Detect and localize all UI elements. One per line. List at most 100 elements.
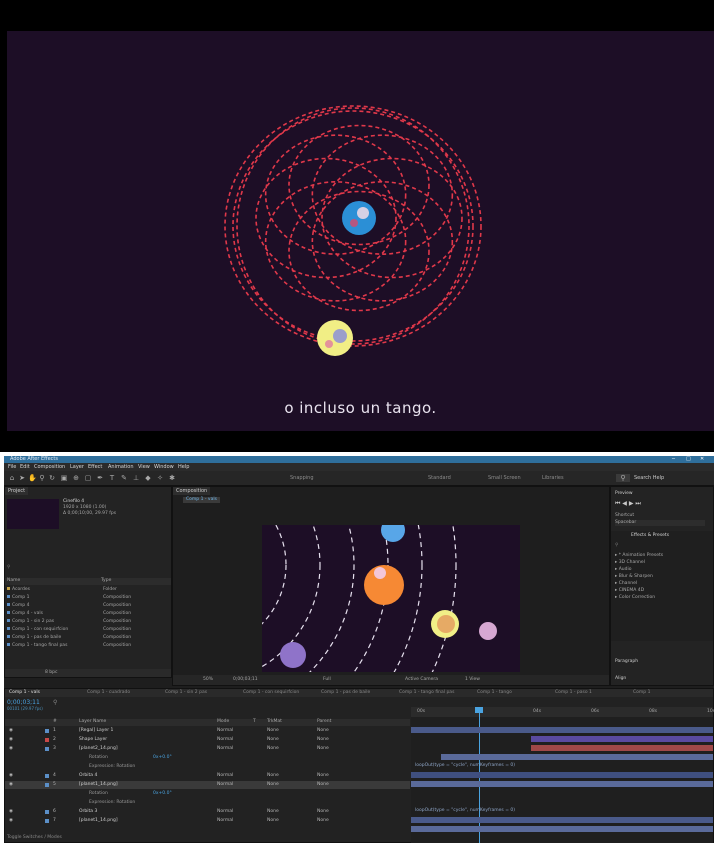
effect-category[interactable]: ▸ Channel xyxy=(615,581,637,587)
layer-row[interactable]: ◉ 6 Orbita 3 Normal None None xyxy=(5,808,410,816)
effect-category[interactable]: ▸ CINEMA 4D xyxy=(615,588,644,594)
composition-viewer[interactable] xyxy=(262,525,520,672)
zoom-level[interactable]: 50% xyxy=(203,677,213,683)
col-layer-name[interactable]: Layer Name xyxy=(79,719,106,725)
shape-tool-icon[interactable]: ▢ xyxy=(84,474,92,482)
layer-duration-bar[interactable] xyxy=(411,781,713,787)
visibility-eye-icon[interactable]: ◉ xyxy=(9,727,13,735)
roto-tool-icon[interactable]: ✧ xyxy=(156,474,164,482)
layer-duration-bar[interactable] xyxy=(531,736,713,742)
timeline-search-icon[interactable]: ⚲ xyxy=(53,700,57,706)
layer-row[interactable]: ◉ 2 Shape Layer Normal None None xyxy=(5,736,410,744)
menu-file[interactable]: File xyxy=(8,463,16,471)
label-color-swatch[interactable] xyxy=(45,774,49,778)
layer-row[interactable]: ◉ 7 [planet1_14.png] Normal None None xyxy=(5,817,410,825)
timeline-tab[interactable]: Comp 1 - con sequirfcion xyxy=(243,690,299,696)
effect-category[interactable]: ▸ Color Correction xyxy=(615,595,655,601)
project-item[interactable]: Comp 1 - con sequirfcion Composition xyxy=(7,627,167,633)
puppet-tool-icon[interactable]: ✱ xyxy=(168,474,176,482)
layer-duration-bar[interactable] xyxy=(411,826,713,832)
effects-presets-tab[interactable]: Effects & Presets xyxy=(631,533,669,539)
playback-controls-icon[interactable]: ⏮ ◀ ▶ ⏭ xyxy=(615,501,641,507)
paragraph-panel[interactable]: Paragraph xyxy=(615,659,638,665)
project-item[interactable]: Comp 1 - tango final pas Composition xyxy=(7,643,167,649)
effect-category[interactable]: ▸ Audio xyxy=(615,567,631,573)
menu-animation[interactable]: Animation xyxy=(108,463,134,471)
workspace-libraries[interactable]: Libraries xyxy=(542,475,564,481)
layer-row[interactable]: ◉ 3 [planet2_14.png] Normal None None xyxy=(5,745,410,753)
layer-row[interactable]: ◉ 1 [Regal] Layer 1 Normal None None xyxy=(5,727,410,735)
project-item[interactable]: Acordes Folder xyxy=(7,587,167,593)
minimize-icon[interactable]: ─ xyxy=(672,456,675,463)
home-icon[interactable]: ⌂ xyxy=(8,474,16,482)
expression-text[interactable]: loopOut(type = "cycle", numKeyframes = 0… xyxy=(415,808,515,814)
hand-tool-icon[interactable]: ✋ xyxy=(28,474,37,482)
layer-row[interactable]: ◉ 5 [planet1_14.png] Normal None None xyxy=(5,781,410,789)
label-color-swatch[interactable] xyxy=(45,819,49,823)
rotate-tool-icon[interactable]: ↻ xyxy=(48,474,56,482)
column-name[interactable]: Name xyxy=(7,578,20,584)
label-color-swatch[interactable] xyxy=(45,738,49,742)
project-item[interactable]: Comp 1 - pas de baile Composition xyxy=(7,635,167,641)
visibility-eye-icon[interactable]: ◉ xyxy=(9,808,13,816)
project-search-icon[interactable]: ⚲ xyxy=(7,565,10,571)
search-help-field[interactable]: Search Help xyxy=(634,475,664,481)
visibility-eye-icon[interactable]: ◉ xyxy=(9,745,13,753)
type-tool-icon[interactable]: T xyxy=(108,474,116,482)
label-color-swatch[interactable] xyxy=(45,747,49,751)
label-color-swatch[interactable] xyxy=(45,783,49,787)
toggle-switches-modes[interactable]: Toggle Switches / Modes xyxy=(7,835,62,841)
expression-text[interactable]: loopOut(type = "cycle", numKeyframes = 0… xyxy=(415,763,515,769)
layer-row[interactable]: Rotation 0x+0.0° xyxy=(5,790,410,798)
layer-row[interactable]: Expression: Rotation xyxy=(5,763,410,771)
eraser-tool-icon[interactable]: ◆ xyxy=(144,474,152,482)
align-panel[interactable]: Align xyxy=(615,676,626,682)
brush-tool-icon[interactable]: ✎ xyxy=(120,474,128,482)
visibility-eye-icon[interactable]: ◉ xyxy=(9,781,13,789)
project-item[interactable]: Comp 1 - sin 2 pas Composition xyxy=(7,619,167,625)
resolution[interactable]: Full xyxy=(323,677,331,683)
layer-duration-bar[interactable] xyxy=(531,745,713,751)
menu-edit[interactable]: Edit xyxy=(20,463,30,471)
timeline-tab[interactable]: Comp 1 - cuadrado xyxy=(87,690,130,696)
timeline-tab[interactable]: Comp 1 - paso 1 xyxy=(555,690,592,696)
search-icon[interactable]: ⚲ xyxy=(616,474,630,482)
views[interactable]: 1 View xyxy=(465,677,480,683)
stamp-tool-icon[interactable]: ⊥ xyxy=(132,474,140,482)
effect-category[interactable]: ▸ Blur & Sharpen xyxy=(615,574,653,580)
preview-panel-title[interactable]: Preview xyxy=(615,491,633,497)
layer-duration-bar[interactable] xyxy=(411,727,713,733)
shortcut-select[interactable]: Spacebar xyxy=(615,520,705,526)
zoom-tool-icon[interactable]: ⚲ xyxy=(38,474,46,482)
menu-view[interactable]: View xyxy=(138,463,150,471)
snapping-label[interactable]: Snapping xyxy=(290,475,314,481)
timeline-tab[interactable]: Comp 1 xyxy=(633,690,650,696)
comp-name-chip[interactable]: Comp 1 - vals xyxy=(183,497,220,503)
workspace-small-screen[interactable]: Small Screen xyxy=(488,475,521,481)
maximize-icon[interactable]: □ xyxy=(686,456,691,463)
pan-behind-tool-icon[interactable]: ⊕ xyxy=(72,474,80,482)
layer-duration-bar[interactable] xyxy=(411,772,713,778)
layer-row[interactable]: Rotation 0x+0.0° xyxy=(5,754,410,762)
menu-help[interactable]: Help xyxy=(178,463,189,471)
tab-project[interactable]: Project xyxy=(5,487,29,495)
comp-time[interactable]: 0;00;03;11 xyxy=(233,677,258,683)
effect-category[interactable]: ▸ * Animation Presets xyxy=(615,553,663,559)
visibility-eye-icon[interactable]: ◉ xyxy=(9,817,13,825)
camera-tool-icon[interactable]: ▣ xyxy=(60,474,68,482)
timeline-tab[interactable]: Comp 1 - tango xyxy=(477,690,512,696)
visibility-eye-icon[interactable]: ◉ xyxy=(9,772,13,780)
visibility-eye-icon[interactable]: ◉ xyxy=(9,736,13,744)
bit-depth[interactable]: 8 bpc xyxy=(45,670,57,676)
label-color-swatch[interactable] xyxy=(45,810,49,814)
tab-composition[interactable]: Composition xyxy=(173,487,211,495)
timeline-tab[interactable]: Comp 1 - tango final pas xyxy=(399,690,454,696)
time-ruler[interactable]: 00s02s04s06s08s10s xyxy=(411,707,714,717)
timeline-tab[interactable]: Comp 1 - sin 2 pas xyxy=(165,690,207,696)
close-icon[interactable]: ✕ xyxy=(700,456,704,463)
menu-window[interactable]: Window xyxy=(154,463,174,471)
planet-blue[interactable] xyxy=(381,525,405,542)
timeline-tab[interactable]: Comp 1 - pas de baile xyxy=(321,690,370,696)
layer-row[interactable]: Expression: Rotation xyxy=(5,799,410,807)
selection-tool-icon[interactable]: ➤ xyxy=(18,474,26,482)
